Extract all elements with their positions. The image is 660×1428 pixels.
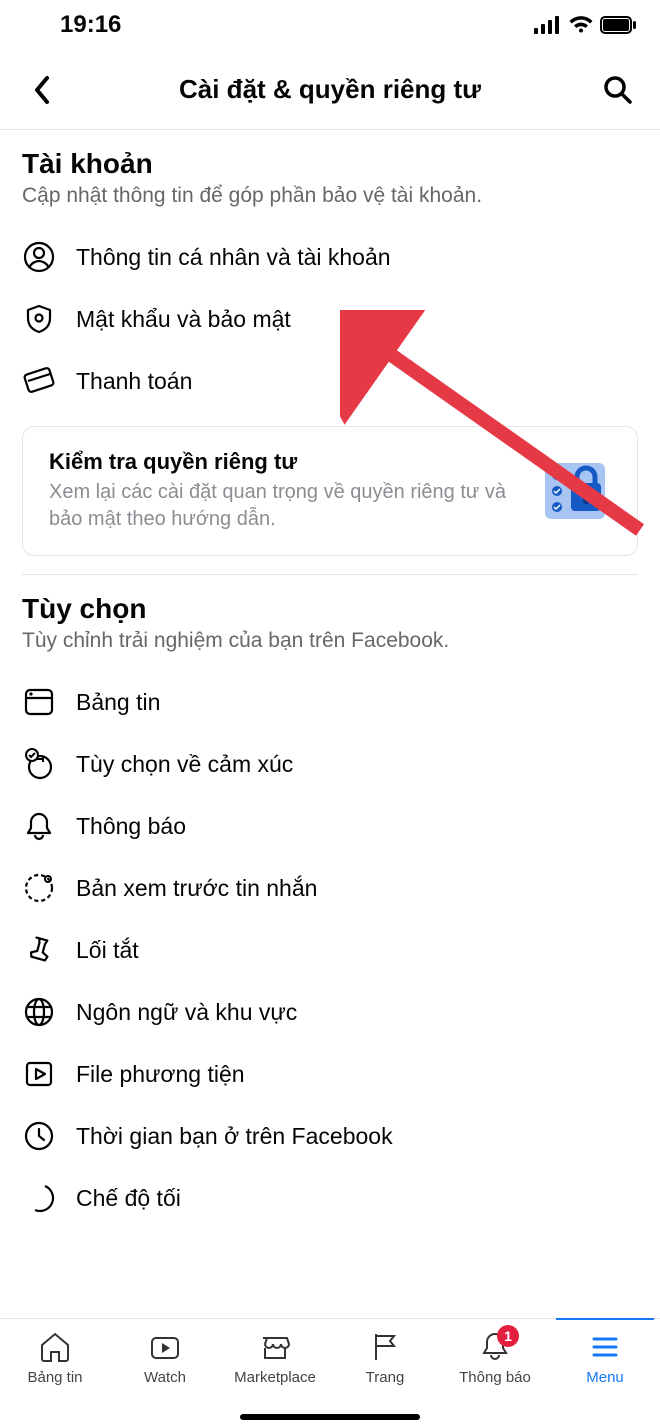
person-icon <box>22 240 56 274</box>
tab-news-feed[interactable]: Bảng tin <box>0 1319 110 1428</box>
card-icon <box>22 364 56 398</box>
row-label: Bản xem trước tin nhắn <box>76 875 317 902</box>
row-time-on-facebook[interactable]: Thời gian bạn ở trên Facebook <box>0 1105 660 1167</box>
media-icon <box>22 1057 56 1091</box>
row-password-security[interactable]: Mật khẩu và bảo mật <box>0 288 660 350</box>
row-label: Ngôn ngữ và khu vực <box>76 999 297 1026</box>
section-preferences: Tùy chọn Tùy chỉnh trải nghiệm của bạn t… <box>0 575 660 671</box>
row-label: Thời gian bạn ở trên Facebook <box>76 1123 393 1150</box>
tab-marketplace[interactable]: Marketplace <box>220 1319 330 1428</box>
section-desc: Cập nhật thông tin để góp phần bảo vệ tà… <box>22 184 638 208</box>
bell-icon: 1 <box>477 1329 513 1365</box>
pin-icon <box>22 933 56 967</box>
clock-icon <box>22 1119 56 1153</box>
row-message-preview[interactable]: Bản xem trước tin nhắn <box>0 857 660 919</box>
tab-label: Marketplace <box>234 1369 316 1386</box>
chevron-left-icon <box>32 75 52 105</box>
header: Cài đặt & quyền riêng tư <box>0 50 660 130</box>
tab-label: Watch <box>144 1369 186 1386</box>
tab-label: Bảng tin <box>27 1369 82 1386</box>
tab-menu[interactable]: Menu <box>550 1319 660 1428</box>
reaction-icon <box>22 747 56 781</box>
tab-notifications[interactable]: 1 Thông báo <box>440 1319 550 1428</box>
section-account: Tài khoản Cập nhật thông tin để góp phần… <box>0 130 660 226</box>
row-label: Thông báo <box>76 813 186 840</box>
status-time: 19:16 <box>60 11 121 39</box>
globe-icon <box>22 995 56 1029</box>
row-label: Thông tin cá nhân và tài khoản <box>76 244 391 271</box>
bubble-dashed-icon <box>22 871 56 905</box>
card-text: Kiểm tra quyền riêng tư Xem lại các cài … <box>49 449 521 533</box>
tab-watch[interactable]: Watch <box>110 1319 220 1428</box>
row-label: Chế độ tối <box>76 1185 181 1212</box>
tab-bar: Bảng tin Watch Marketplace Trang 1 Thông… <box>0 1318 660 1428</box>
row-dark-mode[interactable]: Chế độ tối <box>0 1167 660 1229</box>
status-indicators <box>534 15 636 35</box>
row-news-feed[interactable]: Bảng tin <box>0 671 660 733</box>
market-icon <box>257 1329 293 1365</box>
row-payments[interactable]: Thanh toán <box>0 350 660 412</box>
shield-icon <box>22 302 56 336</box>
tab-pages[interactable]: Trang <box>330 1319 440 1428</box>
section-title: Tài khoản <box>22 148 638 180</box>
watch-icon <box>147 1329 183 1365</box>
tab-label: Thông báo <box>459 1369 531 1386</box>
page-title: Cài đặt & quyền riêng tư <box>62 74 598 105</box>
row-shortcuts[interactable]: Lối tắt <box>0 919 660 981</box>
home-icon <box>37 1329 73 1365</box>
row-media[interactable]: File phương tiện <box>0 1043 660 1105</box>
row-label: Mật khẩu và bảo mật <box>76 306 291 333</box>
flag-icon <box>367 1329 403 1365</box>
home-indicator <box>240 1414 420 1420</box>
card-sub: Xem lại các cài đặt quan trọng về quyền … <box>49 479 521 533</box>
notification-badge: 1 <box>497 1325 519 1347</box>
section-title: Tùy chọn <box>22 593 638 625</box>
back-button[interactable] <box>22 70 62 110</box>
row-label: Tùy chọn về cảm xúc <box>76 751 293 778</box>
privacy-checkup-card[interactable]: Kiểm tra quyền riêng tư Xem lại các cài … <box>22 426 638 556</box>
wifi-icon <box>568 15 594 35</box>
bell-icon <box>22 809 56 843</box>
status-bar: 19:16 <box>0 0 660 50</box>
cellular-icon <box>534 16 562 34</box>
section-desc: Tùy chỉnh trải nghiệm của bạn trên Faceb… <box>22 629 638 653</box>
row-label: Bảng tin <box>76 689 160 716</box>
menu-icon <box>587 1329 623 1365</box>
search-icon <box>603 75 633 105</box>
search-button[interactable] <box>598 70 638 110</box>
row-label: Thanh toán <box>76 368 192 395</box>
row-language-region[interactable]: Ngôn ngữ và khu vực <box>0 981 660 1043</box>
battery-icon <box>600 16 636 34</box>
row-notifications[interactable]: Thông báo <box>0 795 660 857</box>
row-personal-info[interactable]: Thông tin cá nhân và tài khoản <box>0 226 660 288</box>
privacy-checkup-icon <box>539 455 611 527</box>
tab-label: Trang <box>366 1369 405 1386</box>
card-title: Kiểm tra quyền riêng tư <box>49 449 521 475</box>
feed-icon <box>22 685 56 719</box>
content-scroll[interactable]: Tài khoản Cập nhật thông tin để góp phần… <box>0 130 660 1318</box>
moon-icon <box>22 1181 56 1215</box>
tab-label: Menu <box>586 1369 624 1386</box>
row-label: File phương tiện <box>76 1061 245 1088</box>
row-label: Lối tắt <box>76 937 139 964</box>
row-reaction-preferences[interactable]: Tùy chọn về cảm xúc <box>0 733 660 795</box>
